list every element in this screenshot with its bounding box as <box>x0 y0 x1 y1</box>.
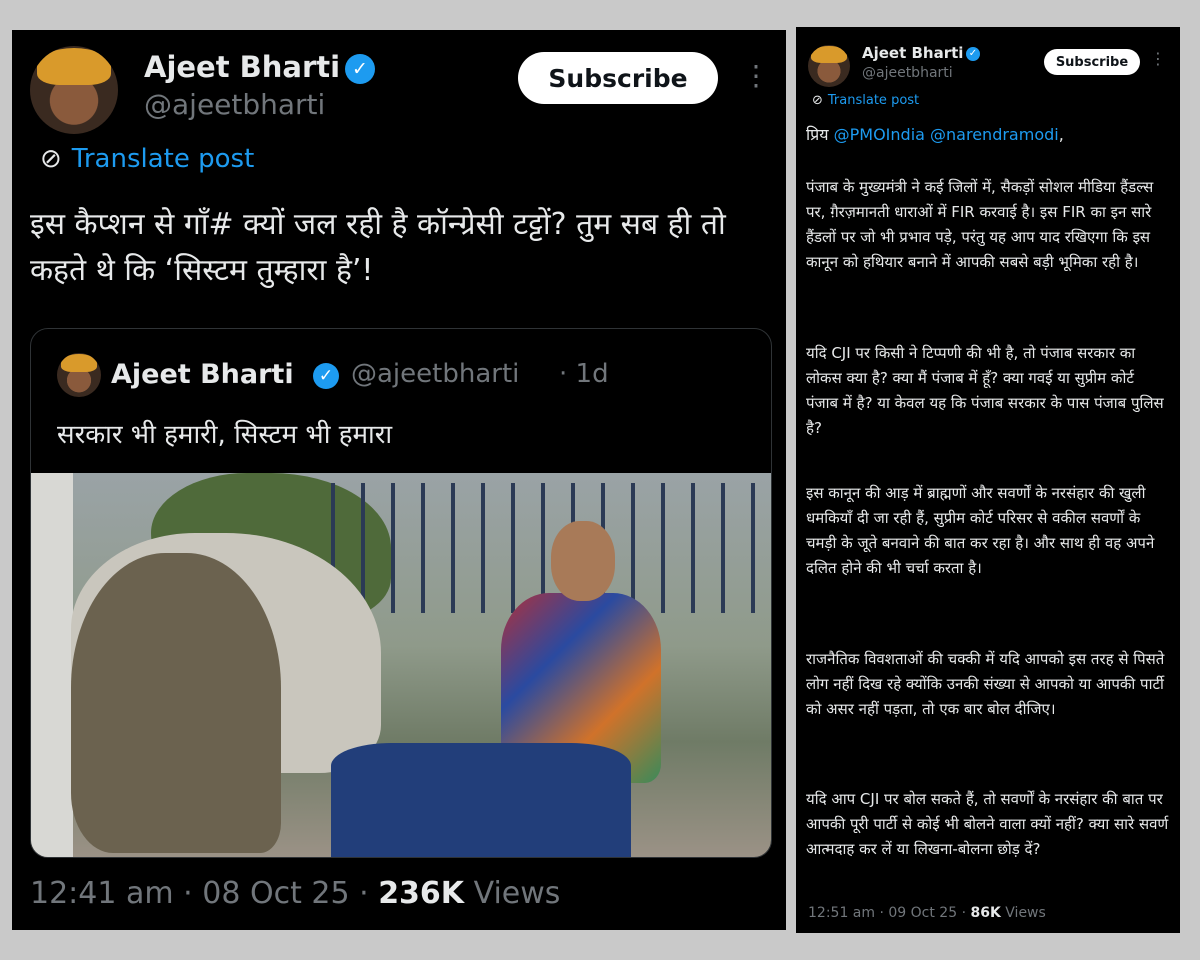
author-handle[interactable]: @ajeetbharti <box>862 65 953 81</box>
lion-statue-graphic <box>71 553 281 853</box>
views-count: 236K <box>378 876 465 911</box>
verified-badge-icon: ✓ <box>966 47 980 61</box>
post-meta: 12:51 am · 09 Oct 25 · 86K Views <box>808 905 1046 921</box>
turban-graphic <box>60 353 98 373</box>
post-paragraph: इस कानून की आड़ में ब्राह्मणों और सवर्णो… <box>806 484 1155 577</box>
translate-icon: ⊘ <box>812 93 823 108</box>
post-text: इस कैप्शन से गाँ# क्यों जल रही है कॉन्ग्… <box>30 207 726 288</box>
views-label: Views <box>473 876 561 911</box>
right-post-screenshot: Ajeet Bharti ✓ @ajeetbharti Subscribe ⋮ … <box>796 27 1180 933</box>
more-options-icon[interactable]: ⋮ <box>1150 51 1166 71</box>
author-name[interactable]: Ajeet Bharti <box>862 44 963 62</box>
mention-pmoindia[interactable]: @PMOIndia <box>834 125 925 144</box>
left-post-screenshot: Ajeet Bharti ✓ @ajeetbharti Subscribe ⋮ … <box>12 30 786 930</box>
person-jeans-graphic <box>331 743 631 857</box>
views-count: 86K <box>970 905 1001 921</box>
post-date: 09 Oct 25 <box>888 905 958 921</box>
verified-badge-icon: ✓ <box>313 363 339 389</box>
quote-author-name[interactable]: Ajeet Bharti <box>111 359 294 390</box>
post-date: 08 Oct 25 <box>202 876 350 911</box>
quote-author-handle[interactable]: @ajeetbharti <box>351 359 519 389</box>
views-label: Views <box>1005 905 1046 921</box>
post-paragraph: राजनैतिक विवशताओं की चक्की में यदि आपको … <box>806 650 1165 718</box>
post-time: 12:41 am <box>30 876 174 911</box>
author-handle[interactable]: @ajeetbharti <box>144 88 325 121</box>
greeting-prefix: प्रिय <box>806 125 829 144</box>
author-avatar[interactable] <box>808 45 850 87</box>
subscribe-button[interactable]: Subscribe <box>518 52 718 104</box>
translate-post-link[interactable]: ⊘ Translate post <box>812 93 919 108</box>
mention-narendramodi[interactable]: @narendramodi <box>930 125 1059 144</box>
post-meta: 12:41 am · 08 Oct 25 · 236K Views <box>30 876 560 911</box>
quote-timestamp: · 1d <box>559 359 609 389</box>
quote-text: सरकार भी हमारी, सिस्टम भी हमारा <box>57 420 393 450</box>
separator: · <box>961 905 967 921</box>
greeting-line: प्रिय @PMOIndia @narendramodi, <box>806 123 1064 145</box>
turban-graphic <box>811 45 847 64</box>
author-name[interactable]: Ajeet Bharti <box>144 50 340 84</box>
post-paragraph: यदि आप CJI पर बोल सकते हैं, तो सवर्णों क… <box>806 790 1169 858</box>
author-avatar[interactable] <box>30 46 118 134</box>
post-time: 12:51 am <box>808 905 876 921</box>
quote-photo[interactable] <box>31 473 771 857</box>
translate-label: Translate post <box>71 144 255 174</box>
greeting-suffix: , <box>1058 125 1064 144</box>
separator: · <box>183 876 193 911</box>
separator: · <box>879 905 884 921</box>
quote-author-avatar <box>57 353 101 397</box>
verified-badge-icon: ✓ <box>345 54 375 84</box>
subscribe-button[interactable]: Subscribe <box>1044 49 1140 75</box>
translate-icon: ⊘ <box>40 144 62 174</box>
person-head-graphic <box>551 521 615 601</box>
post-paragraph: पंजाब के मुख्यमंत्री ने कई जिलों में, सै… <box>806 178 1154 271</box>
post-paragraph: यदि CJI पर किसी ने टिप्पणी की भी है, तो … <box>806 344 1164 437</box>
white-wall-graphic <box>31 473 73 857</box>
more-options-icon[interactable]: ⋮ <box>742 62 770 96</box>
translate-label: Translate post <box>827 93 920 108</box>
turban-graphic <box>37 47 111 85</box>
separator: · <box>359 876 369 911</box>
translate-post-link[interactable]: ⊘ Translate post <box>40 144 254 174</box>
quoted-post-card[interactable]: Ajeet Bharti ✓ @ajeetbharti · 1d सरकार भ… <box>30 328 772 858</box>
